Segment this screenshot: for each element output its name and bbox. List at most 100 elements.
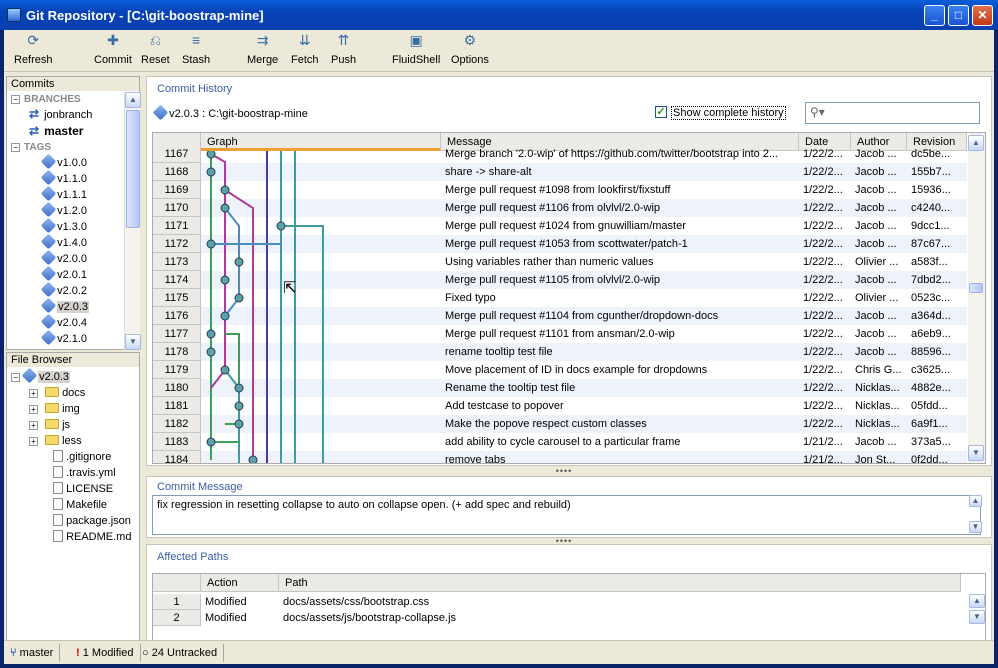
history-scrollbar[interactable]: ▲ ▼ (968, 133, 985, 463)
title-bar[interactable]: Git Repository - [C:\git-boostrap-mine] … (0, 0, 998, 30)
file-item[interactable]: Makefile (53, 497, 107, 513)
scroll-down-arrow-icon[interactable]: ▼ (125, 334, 141, 350)
collapse-icon[interactable]: − (11, 95, 20, 104)
collapse-icon[interactable]: − (11, 143, 20, 152)
tag-item[interactable]: v2.0.0 (40, 249, 87, 267)
tag-item[interactable]: v2.1.0 (40, 329, 88, 347)
file-root[interactable]: − v2.0.3 (11, 367, 71, 385)
column-header-path[interactable]: Path (279, 574, 961, 592)
reset-button[interactable]: ⎌ Reset (141, 32, 170, 70)
commit-node[interactable] (206, 239, 216, 249)
fluidshell-button[interactable]: ▣ FluidShell (392, 32, 440, 70)
folder-item[interactable]: + js (29, 417, 70, 433)
minimize-button[interactable]: _ (924, 5, 945, 26)
folder-item[interactable]: + docs (29, 385, 85, 401)
cell-rev: 155b7... (911, 166, 951, 178)
scroll-thumb[interactable] (126, 110, 140, 228)
commit-button[interactable]: ✚ Commit (94, 32, 132, 70)
paths-scroll-down-icon[interactable]: ▼ (969, 610, 985, 624)
commit-node[interactable] (206, 151, 216, 159)
stash-button[interactable]: ≡ Stash (182, 32, 210, 70)
maximize-button[interactable]: □ (948, 5, 969, 26)
tag-item[interactable]: v1.1.1 (40, 185, 87, 203)
commit-node[interactable] (234, 401, 244, 411)
tag-item[interactable]: v2.0.4 (40, 313, 87, 331)
msg-scroll-up-icon[interactable]: ▲ (969, 495, 982, 507)
commit-node[interactable] (220, 365, 230, 375)
repo-text: v2.0.3 : C:\git-boostrap-mine (169, 108, 308, 120)
history-scroll-up-icon[interactable]: ▲ (968, 135, 984, 151)
folder-item[interactable]: + img (29, 401, 80, 417)
commit-node[interactable] (234, 419, 244, 429)
tag-item[interactable]: v1.0.0 (40, 153, 87, 171)
options-button[interactable]: ⚙ Options (451, 32, 489, 70)
tag-item[interactable]: v2.0.2 (40, 281, 87, 299)
tag-label: v2.1.0 (57, 333, 88, 345)
file-item[interactable]: .travis.yml (53, 465, 116, 481)
branch-item[interactable]: ⇄ master (29, 123, 83, 139)
collapse-icon[interactable]: − (11, 373, 20, 382)
search-input[interactable]: ⚲▾ (805, 102, 980, 124)
cell-rev: 4882e... (911, 382, 951, 394)
show-complete-history-label[interactable]: Show complete history (671, 106, 786, 120)
paths-scroll-up-icon[interactable]: ▲ (969, 594, 985, 608)
msg-scroll-down-icon[interactable]: ▼ (969, 521, 982, 533)
status-branch[interactable]: ⑂ master (4, 644, 61, 662)
scroll-up-arrow-icon[interactable]: ▲ (125, 92, 141, 108)
status-modified[interactable]: ! 1 Modified (70, 644, 141, 662)
expand-icon[interactable]: + (29, 437, 38, 446)
path-row[interactable]: 2 Modified docs/assets/js/bootstrap-collap… (153, 610, 967, 626)
commit-node[interactable] (206, 329, 216, 339)
commit-node[interactable] (220, 275, 230, 285)
commit-message-text[interactable]: fix regression in resetting collapse to … (152, 495, 981, 535)
commit-node[interactable] (234, 383, 244, 393)
cell-msg: Rename the tooltip test file (445, 382, 576, 394)
commits-tree[interactable]: − BRANCHES ⇄ jonbranch ⇄ master − TAGS v1.0.0… (7, 92, 123, 350)
cell-rev: 87c67... (911, 238, 951, 250)
branch-item[interactable]: ⇄ jonbranch (29, 107, 92, 123)
commit-node[interactable] (234, 257, 244, 267)
commit-node[interactable] (220, 185, 230, 195)
history-scroll-thumb[interactable] (969, 283, 983, 293)
expand-icon[interactable]: + (29, 389, 38, 398)
fetch-button[interactable]: ⇊ Fetch (291, 32, 319, 70)
commit-node[interactable] (248, 455, 258, 463)
file-browser-panel: File Browser − v2.0.3 + docs + img + js + le… (6, 352, 140, 652)
commit-node[interactable] (276, 221, 286, 231)
file-item[interactable]: README.md (53, 529, 131, 545)
tags-section[interactable]: − TAGS (11, 139, 51, 155)
tag-item[interactable]: v1.1.0 (40, 169, 87, 187)
file-item[interactable]: package.json (53, 513, 131, 529)
branches-section[interactable]: − BRANCHES (11, 92, 81, 107)
splitter-handle[interactable]: •••• (554, 467, 574, 476)
commit-node[interactable] (220, 203, 230, 213)
folder-icon (45, 403, 59, 413)
refresh-button[interactable]: ⟳ Refresh (14, 32, 53, 70)
commit-node[interactable] (206, 347, 216, 357)
file-tree[interactable]: − v2.0.3 + docs + img + js + less .gitignore… (7, 367, 139, 649)
history-scroll-down-icon[interactable]: ▼ (968, 445, 984, 461)
tag-item[interactable]: v1.4.0 (40, 233, 87, 251)
file-item[interactable]: LICENSE (53, 481, 113, 497)
expand-icon[interactable]: + (29, 421, 38, 430)
status-untracked[interactable]: ○ 24 Untracked (136, 644, 225, 662)
push-button[interactable]: ⇈ Push (331, 32, 356, 70)
show-complete-history-checkbox[interactable]: ✓ (655, 106, 667, 118)
tag-item[interactable]: v2.0.1 (40, 265, 87, 283)
tag-item[interactable]: v1.3.0 (40, 217, 87, 235)
folder-item[interactable]: + less (29, 433, 82, 449)
commit-node[interactable] (206, 437, 216, 447)
history-scroll-track[interactable] (969, 153, 983, 443)
tag-item[interactable]: v1.2.0 (40, 201, 87, 219)
commit-node[interactable] (234, 293, 244, 303)
commit-node[interactable] (206, 167, 216, 177)
column-header-action[interactable]: Action (201, 574, 279, 592)
path-row[interactable]: 1 Modified docs/assets/css/bootstrap.css (153, 594, 967, 610)
commits-scrollbar[interactable]: ▲ ▼ (124, 92, 141, 350)
file-item[interactable]: .gitignore (53, 449, 111, 465)
tag-item[interactable]: v2.0.3 (40, 297, 90, 315)
expand-icon[interactable]: + (29, 405, 38, 414)
close-button[interactable]: ✕ (972, 5, 993, 26)
merge-button[interactable]: ⇉ Merge (247, 32, 278, 70)
commit-node[interactable] (220, 311, 230, 321)
